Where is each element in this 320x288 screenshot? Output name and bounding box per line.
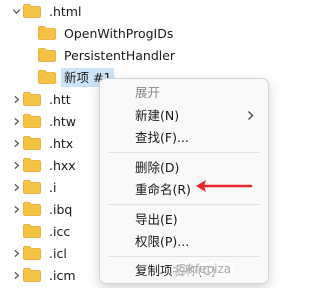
menu-item-expand[interactable]: 展开 xyxy=(135,83,160,103)
tree-node-openwithprogids[interactable]: OpenWithProgIDs xyxy=(24,22,176,44)
chevron-right-icon[interactable] xyxy=(9,198,23,220)
tree-node-label: .htt xyxy=(49,91,71,107)
tree-node-label: .htx xyxy=(49,135,74,151)
folder-icon xyxy=(23,114,41,128)
folder-icon xyxy=(23,224,41,238)
chevron-right-icon[interactable] xyxy=(9,132,23,154)
annotation-arrow-icon xyxy=(196,180,253,192)
tree-node-label: .icc xyxy=(49,223,71,239)
chevron-down-icon[interactable] xyxy=(9,0,23,22)
tree-node-label: .icl xyxy=(49,245,67,261)
folder-icon xyxy=(23,4,41,18)
chevron-right-icon[interactable] xyxy=(9,110,23,132)
tree-node-icl[interactable]: .icl xyxy=(9,242,70,264)
menu-item-find[interactable]: 查找(F)... xyxy=(135,128,189,148)
menu-separator xyxy=(108,256,260,257)
menu-item-rename[interactable]: 重命名(R) xyxy=(135,180,191,200)
tree-node-label: .ibq xyxy=(49,201,73,217)
tree-node-label: .icm xyxy=(49,267,76,283)
folder-icon xyxy=(23,268,41,282)
tree-node-persistenthandler[interactable]: PersistentHandler xyxy=(24,44,178,66)
folder-icon xyxy=(23,92,41,106)
folder-icon xyxy=(38,48,56,62)
tree-node-icc[interactable]: .icc xyxy=(9,220,73,242)
menu-item-permissions[interactable]: 权限(P)... xyxy=(135,232,189,252)
tree-node-i[interactable]: .i xyxy=(9,176,59,198)
folder-icon xyxy=(23,158,41,172)
folder-icon xyxy=(23,136,41,150)
tree-node-label: .htw xyxy=(49,113,77,129)
tree-node-htx[interactable]: .htx xyxy=(9,132,76,154)
tree-node-label: PersistentHandler xyxy=(64,47,176,63)
tree-node-label: .html xyxy=(49,3,82,19)
watermark-text: @kfepiza xyxy=(174,262,234,276)
chevron-right-icon[interactable] xyxy=(9,176,23,198)
chevron-right-icon[interactable] xyxy=(9,242,23,264)
submenu-chevron-icon xyxy=(248,111,254,120)
menu-item-delete[interactable]: 删除(D) xyxy=(135,158,179,178)
folder-icon xyxy=(38,26,56,40)
folder-icon xyxy=(38,70,56,84)
menu-separator xyxy=(108,204,260,205)
tree-node-html[interactable]: .html xyxy=(9,0,84,22)
tree-node-htt[interactable]: .htt xyxy=(9,88,74,110)
tree-node-ibq[interactable]: .ibq xyxy=(9,198,75,220)
folder-icon xyxy=(23,180,41,194)
tree-node-label: OpenWithProgIDs xyxy=(64,25,174,41)
menu-item-new[interactable]: 新建(N) xyxy=(135,106,179,126)
folder-icon xyxy=(23,246,41,260)
menu-item-export[interactable]: 导出(E) xyxy=(135,210,178,230)
chevron-right-icon[interactable] xyxy=(9,88,23,110)
folder-icon xyxy=(23,202,41,216)
menu-separator xyxy=(108,152,260,153)
tree-node-hxx[interactable]: .hxx xyxy=(9,154,79,176)
tree-node-label: .i xyxy=(49,179,57,195)
tree-node-label: .hxx xyxy=(49,157,76,173)
tree-node-icm[interactable]: .icm xyxy=(9,264,79,286)
chevron-right-icon[interactable] xyxy=(9,264,23,286)
chevron-right-icon[interactable] xyxy=(9,154,23,176)
tree-node-htw[interactable]: .htw xyxy=(9,110,79,132)
